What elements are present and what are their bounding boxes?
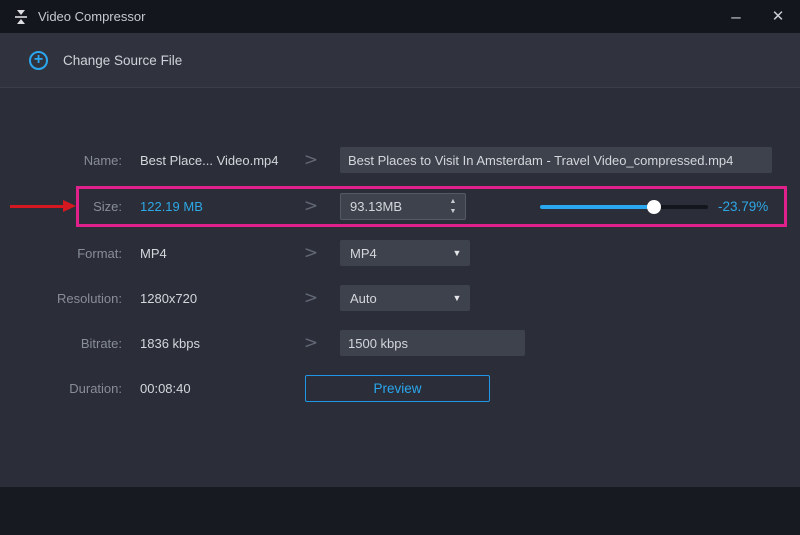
chevron-right-icon: > — [301, 193, 321, 220]
bitrate-input[interactable] — [340, 330, 525, 356]
bitrate-source-value: 1836 kbps — [140, 330, 200, 357]
format-source-value: MP4 — [140, 240, 167, 267]
close-button[interactable]: ✕ — [768, 0, 788, 33]
target-size-stepper[interactable]: 93.13MB ▲ ▼ — [340, 193, 466, 220]
size-slider-fill — [540, 205, 654, 209]
change-source-file-label: Change Source File — [63, 53, 182, 68]
format-selected-option: MP4 — [340, 246, 444, 261]
change-source-file-button[interactable]: + Change Source File — [29, 33, 182, 87]
resolution-source-value: 1280x720 — [140, 285, 197, 312]
title-bar: Video Compressor – ✕ — [0, 0, 800, 33]
resolution-row: Resolution: 1280x720 > Auto ▼ — [0, 285, 800, 312]
chevron-right-icon: > — [301, 240, 321, 267]
chevron-right-icon: > — [301, 330, 321, 357]
bitrate-label: Bitrate: — [0, 330, 122, 357]
size-slider-handle[interactable] — [647, 200, 661, 214]
name-source-value: Best Place... Video.mp4 — [140, 147, 279, 174]
duration-row: Duration: 00:08:40 Preview — [0, 375, 800, 402]
format-row: Format: MP4 > MP4 ▼ — [0, 240, 800, 267]
duration-label: Duration: — [0, 375, 122, 402]
name-label: Name: — [0, 147, 122, 174]
output-name-input[interactable] — [340, 147, 772, 173]
size-source-value: 122.19 MB — [140, 193, 203, 220]
size-label: Size: — [0, 193, 122, 220]
stepper-spin-controls: ▲ ▼ — [441, 198, 465, 215]
spin-down-icon[interactable]: ▼ — [450, 208, 457, 215]
size-slider[interactable] — [540, 193, 708, 220]
footer-bar: Save to: C:\Vidmore\Vidmore Video Conver… — [0, 487, 800, 535]
header-strip: + Change Source File — [0, 33, 800, 88]
dropdown-arrow-icon: ▼ — [444, 293, 470, 303]
target-size-value: 93.13MB — [341, 199, 441, 214]
preview-button[interactable]: Preview — [305, 375, 490, 402]
spin-up-icon[interactable]: ▲ — [450, 198, 457, 205]
chevron-right-icon: > — [301, 285, 321, 312]
bitrate-row: Bitrate: 1836 kbps > — [0, 330, 800, 357]
resolution-dropdown[interactable]: Auto ▼ — [340, 285, 470, 311]
format-dropdown[interactable]: MP4 ▼ — [340, 240, 470, 266]
resolution-selected-option: Auto — [340, 291, 444, 306]
minimize-button[interactable]: – — [726, 0, 746, 33]
resolution-label: Resolution: — [0, 285, 122, 312]
chevron-right-icon: > — [301, 147, 321, 174]
dropdown-arrow-icon: ▼ — [444, 248, 470, 258]
size-row: Size: 122.19 MB > 93.13MB ▲ ▼ -23.79% — [0, 193, 800, 220]
size-reduction-percent: -23.79% — [718, 193, 768, 220]
window-title: Video Compressor — [38, 9, 145, 24]
video-compressor-window: Video Compressor – ✕ + Change Source Fil… — [0, 0, 800, 535]
compressor-icon — [13, 9, 29, 25]
name-row: Name: Best Place... Video.mp4 > — [0, 147, 800, 174]
format-label: Format: — [0, 240, 122, 267]
settings-panel: Name: Best Place... Video.mp4 > Size: 12… — [0, 88, 800, 487]
duration-value: 00:08:40 — [140, 375, 191, 402]
plus-circle-icon: + — [29, 51, 48, 70]
window-controls: – ✕ — [726, 0, 788, 33]
